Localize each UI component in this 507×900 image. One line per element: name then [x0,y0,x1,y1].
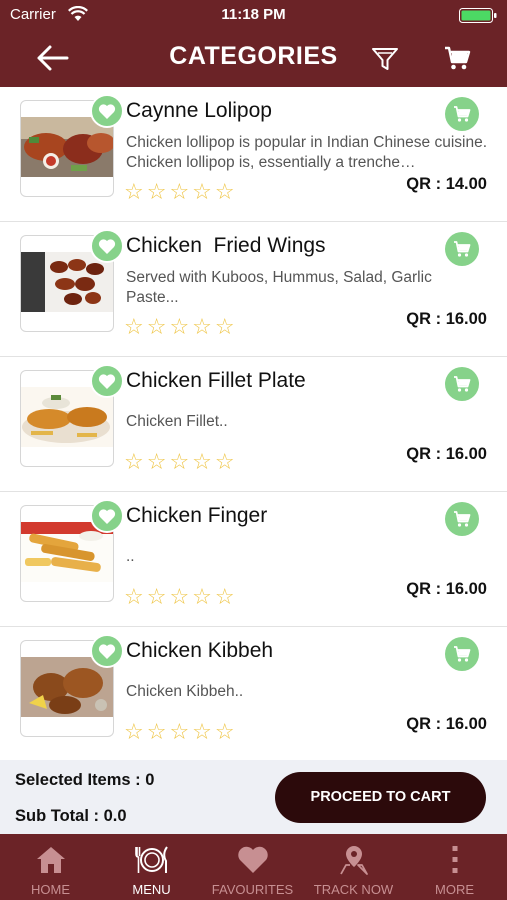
page-title: CATEGORIES [169,42,338,70]
product-item[interactable]: Caynne Lolipop Chicken lollipop is popul… [0,87,507,222]
favourite-button[interactable] [90,364,124,398]
tab-label: HOME [31,882,70,897]
add-to-cart-button[interactable] [445,367,479,401]
cart-icon [454,511,471,527]
tab-label: FAVOURITES [211,882,294,897]
cart-icon[interactable] [443,44,471,72]
tab-label: TRACK NOW [313,882,394,897]
proceed-to-cart-button[interactable]: PROCEED TO CART [275,772,486,823]
product-list[interactable]: Caynne Lolipop Chicken lollipop is popul… [0,87,507,760]
product-price: QR : 16.00 [406,715,487,733]
favourite-button[interactable] [90,229,124,263]
sub-total: Sub Total : 0.0 [15,807,127,825]
product-price: QR : 14.00 [406,175,487,193]
product-price: QR : 16.00 [406,445,487,463]
rating-stars[interactable]: ☆☆☆☆☆ [124,449,238,475]
product-description: .. [126,548,135,565]
tab-home[interactable]: HOME [0,834,101,900]
product-item[interactable]: Chicken Kibbeh Chicken Kibbeh.. ☆☆☆☆☆ QR… [0,627,507,760]
heart-icon [98,644,116,659]
add-to-cart-button[interactable] [445,232,479,266]
cart-icon [454,646,471,662]
home-icon [37,847,65,873]
product-item[interactable]: Chicken Finger .. ☆☆☆☆☆ QR : 16.00 [0,492,507,627]
cart-icon [454,106,471,122]
product-item[interactable]: Chicken Fried Wings Served with Kuboos, … [0,222,507,357]
tab-track-now[interactable]: TRACK NOW [303,834,404,900]
add-to-cart-button[interactable] [445,502,479,536]
product-name: Chicken Kibbeh [126,639,274,662]
tab-favourites[interactable]: FAVOURITES [202,834,303,900]
heart-icon [98,374,116,389]
selected-items-count: Selected Items : 0 [15,771,155,789]
tab-label: MORE [435,882,474,897]
rating-stars[interactable]: ☆☆☆☆☆ [124,314,238,340]
favourite-button[interactable] [90,634,124,668]
top-nav-bar: CATEGORIES [0,30,507,87]
bottom-tab-bar: HOME MENU FAVOURITES TRACK NOW MORE [0,834,507,900]
cart-icon [454,241,471,257]
add-to-cart-button[interactable] [445,97,479,131]
product-price: QR : 16.00 [406,310,487,328]
product-description: Chicken Kibbeh.. [126,683,244,700]
add-to-cart-button[interactable] [445,637,479,671]
product-name: Chicken Fillet Plate [126,369,306,392]
rating-stars[interactable]: ☆☆☆☆☆ [124,584,238,610]
tab-more[interactable]: MORE [404,834,505,900]
product-name: Caynne Lolipop [126,99,272,122]
battery-icon [459,8,497,23]
heart-icon [98,104,116,119]
rating-stars[interactable]: ☆☆☆☆☆ [124,719,238,745]
tab-menu[interactable]: MENU [101,834,202,900]
favourite-button[interactable] [90,499,124,533]
heart-icon [238,846,268,873]
product-name: Chicken Finger [126,504,268,527]
status-bar: Carrier 11:18 PM [0,0,507,30]
heart-icon [98,239,116,254]
heart-icon [98,509,116,524]
rating-stars[interactable]: ☆☆☆☆☆ [124,179,238,205]
product-description: Served with Kuboos, Hummus, Salad, Garli… [126,269,432,306]
cart-summary: Selected Items : 0 Sub Total : 0.0 PROCE… [0,760,507,834]
more-vertical-icon [452,846,458,873]
filter-icon[interactable] [370,43,400,73]
cart-icon [454,376,471,392]
product-price: QR : 16.00 [406,580,487,598]
clock: 11:18 PM [221,6,286,23]
product-name: Chicken Fried Wings [126,234,326,257]
product-description: Chicken Fillet.. [126,413,228,430]
product-description: Chicken lollipop is popular in Indian Ch… [126,134,488,171]
favourite-button[interactable] [90,94,124,128]
menu-plate-icon [135,846,168,873]
map-pin-icon [340,846,368,875]
tab-label: MENU [132,882,171,897]
product-item[interactable]: Chicken Fillet Plate Chicken Fillet.. ☆☆… [0,357,507,492]
